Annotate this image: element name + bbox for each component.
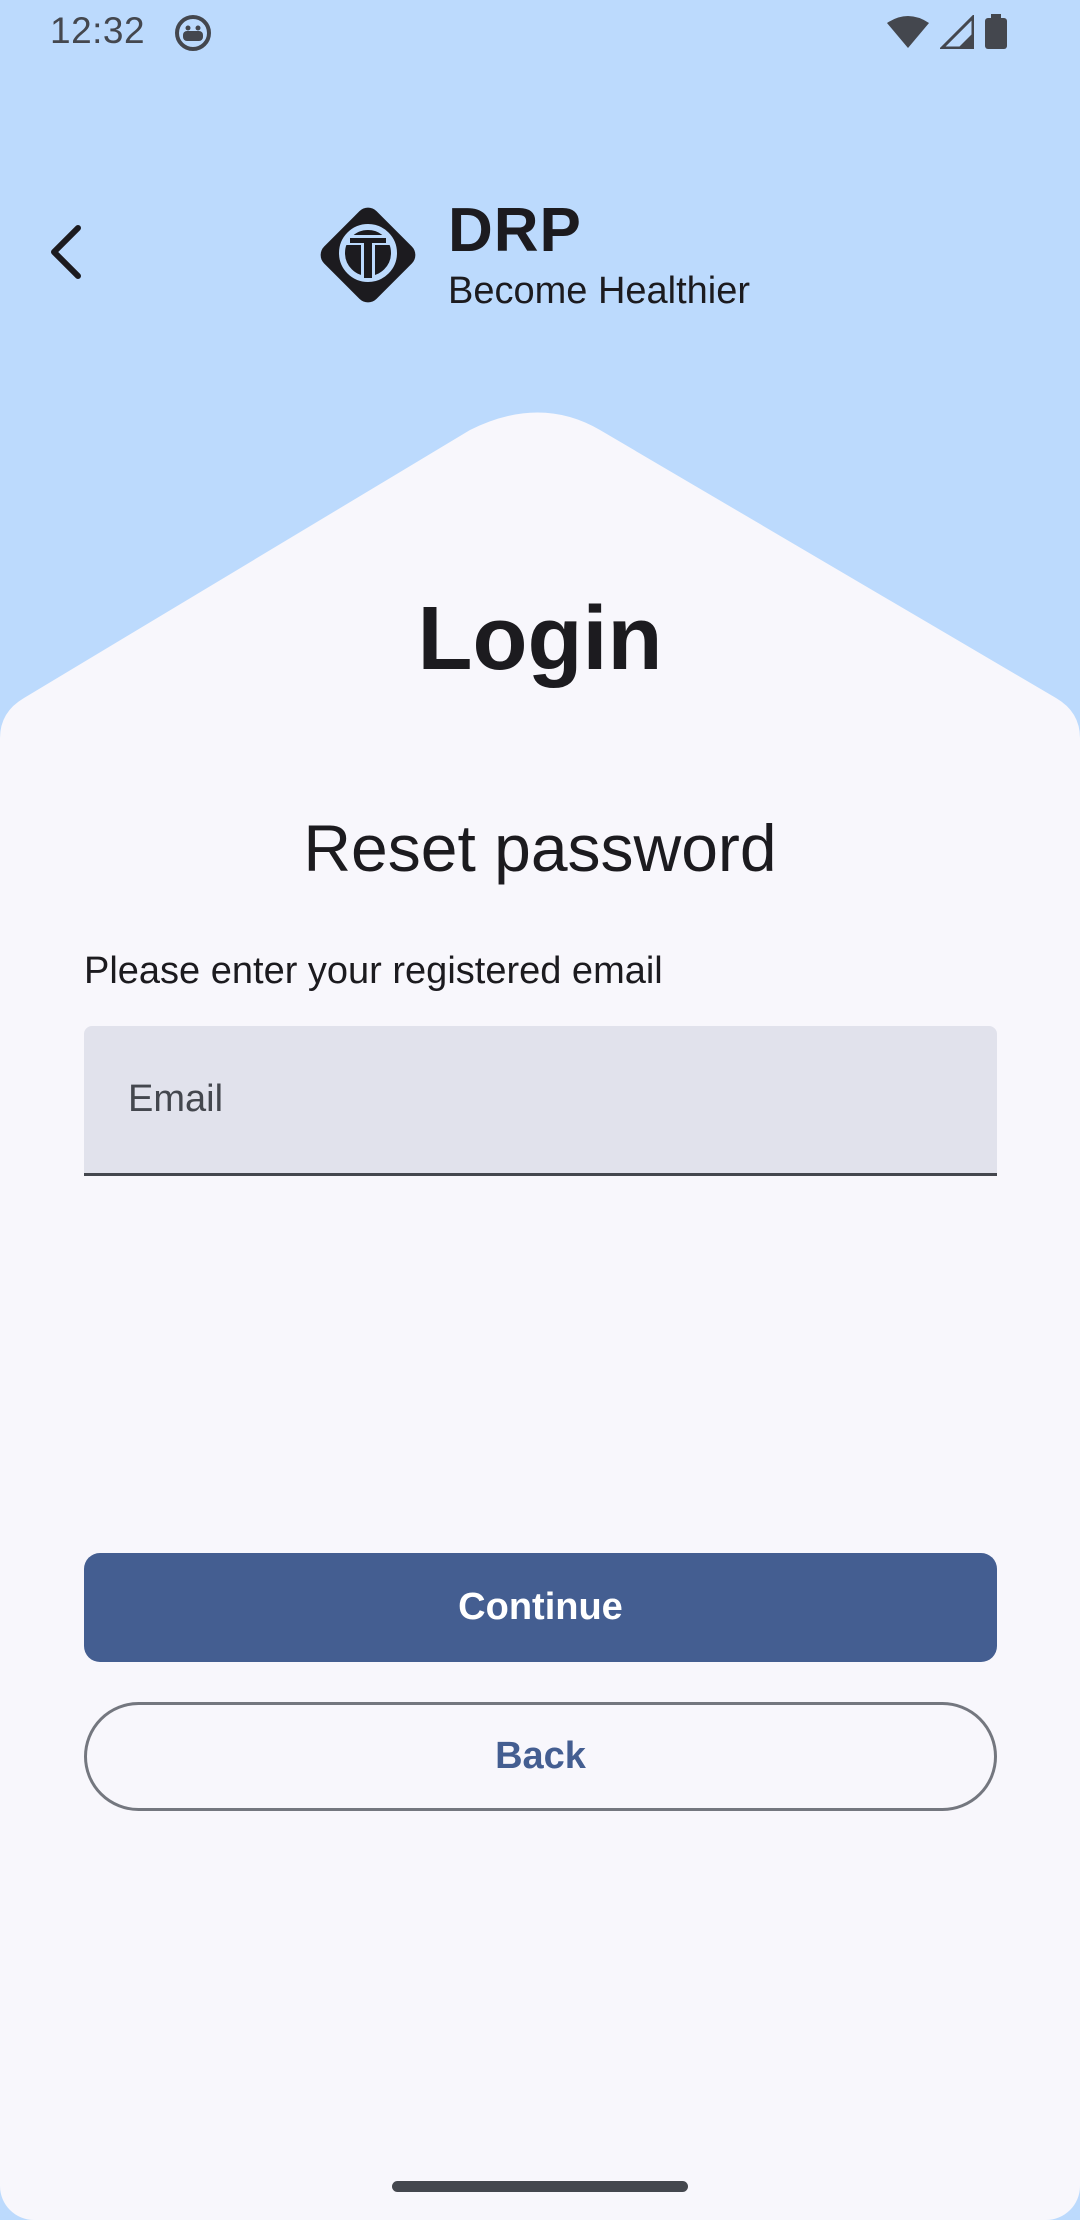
signal-icon [940,15,974,49]
brand-text: DRP Become Healthier [448,196,750,314]
status-icons [886,14,1008,50]
brand: DRP Become Healthier [308,195,750,315]
home-indicator[interactable] [392,2181,688,2192]
wifi-icon [887,16,929,48]
continue-button[interactable]: Continue [84,1553,997,1662]
battery-icon [985,14,1007,49]
reset-password-heading: Reset password [303,811,777,885]
t-diamond-logo [320,207,416,303]
status-time: 12:32 [50,10,146,51]
email-field[interactable] [84,1026,997,1176]
brand-tagline: Become Healthier [448,270,751,312]
page-title: Login [417,589,663,689]
back-arrow-button[interactable] [36,212,96,292]
screen: 12:32 DRP Become Healthier Login Reset p… [0,0,1080,2220]
chevron-left-icon [51,225,81,279]
android-face-icon [175,15,211,51]
back-button[interactable]: Back [84,1702,997,1811]
status-bar: 12:32 [0,0,1080,66]
instruction-text: Please enter your registered email [84,950,663,992]
email-input[interactable] [128,1026,968,1173]
brand-name: DRP [448,196,582,265]
